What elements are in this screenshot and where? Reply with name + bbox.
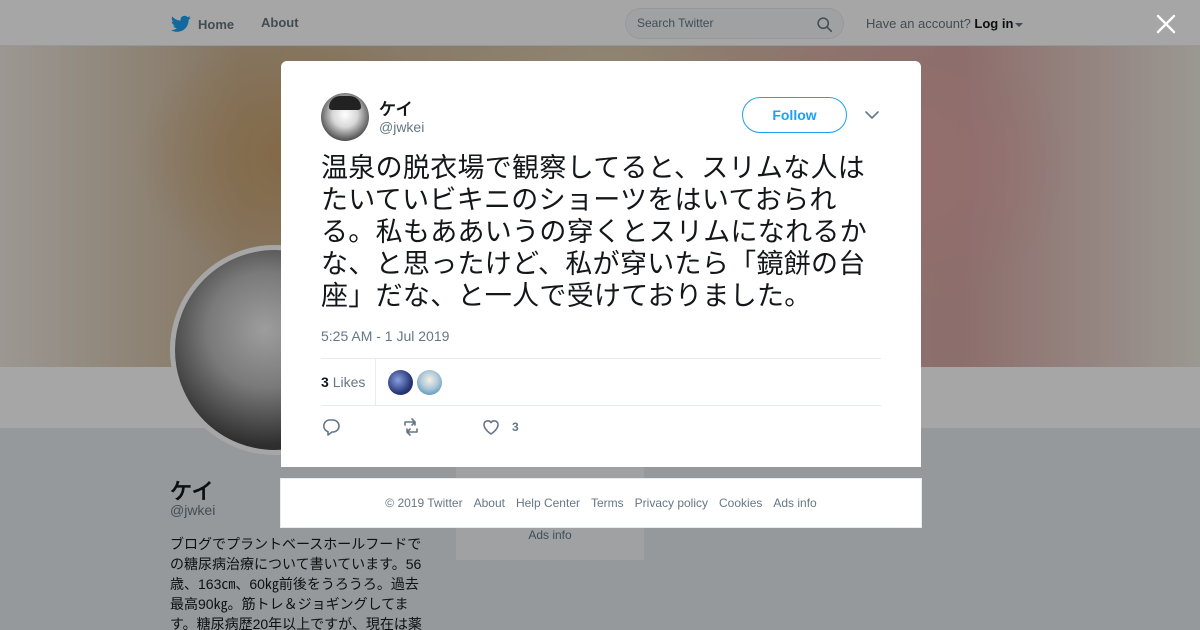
likes-label: Likes: [332, 374, 366, 390]
footer-copyright: © 2019 Twitter: [385, 496, 463, 510]
stats-divider: [375, 359, 376, 405]
like-action-count: 3: [512, 420, 519, 434]
likes-count: 3: [321, 374, 329, 390]
tweet-timestamp[interactable]: 5:25 AM - 1 Jul 2019: [321, 328, 449, 344]
modal-footer: © 2019 Twitter About Help Center Terms P…: [280, 478, 922, 528]
footer-link-cookies[interactable]: Cookies: [719, 496, 762, 510]
footer-link-terms[interactable]: Terms: [591, 496, 624, 510]
likes-stat[interactable]: 3 Likes: [321, 374, 365, 390]
tweet-modal: ケイ @jwkei Follow 温泉の脱衣場で観察してると、スリムな人はたいて…: [281, 61, 921, 467]
tweet-stats: 3 Likes: [321, 358, 881, 406]
follow-button[interactable]: Follow: [742, 97, 847, 133]
reply-icon[interactable]: [321, 417, 341, 437]
heart-icon[interactable]: [481, 417, 501, 437]
tweet-author-name[interactable]: ケイ: [379, 95, 413, 120]
close-icon[interactable]: [1156, 14, 1176, 34]
liker-avatar[interactable]: [417, 370, 442, 395]
retweet-icon[interactable]: [401, 417, 421, 437]
footer-link-privacy[interactable]: Privacy policy: [635, 496, 708, 510]
liker-avatar[interactable]: [388, 370, 413, 395]
footer-link-help-center[interactable]: Help Center: [516, 496, 580, 510]
footer-link-ads-info[interactable]: Ads info: [773, 496, 816, 510]
footer-link-about[interactable]: About: [474, 496, 505, 510]
tweet-actions: 3: [321, 415, 621, 439]
chevron-down-icon[interactable]: [864, 108, 880, 122]
tweet-author-avatar[interactable]: [321, 93, 369, 141]
tweet-author-handle[interactable]: @jwkei: [379, 119, 424, 135]
tweet-text: 温泉の脱衣場で観察してると、スリムな人はたいていビキニのショーツをはいておられる…: [321, 153, 867, 312]
